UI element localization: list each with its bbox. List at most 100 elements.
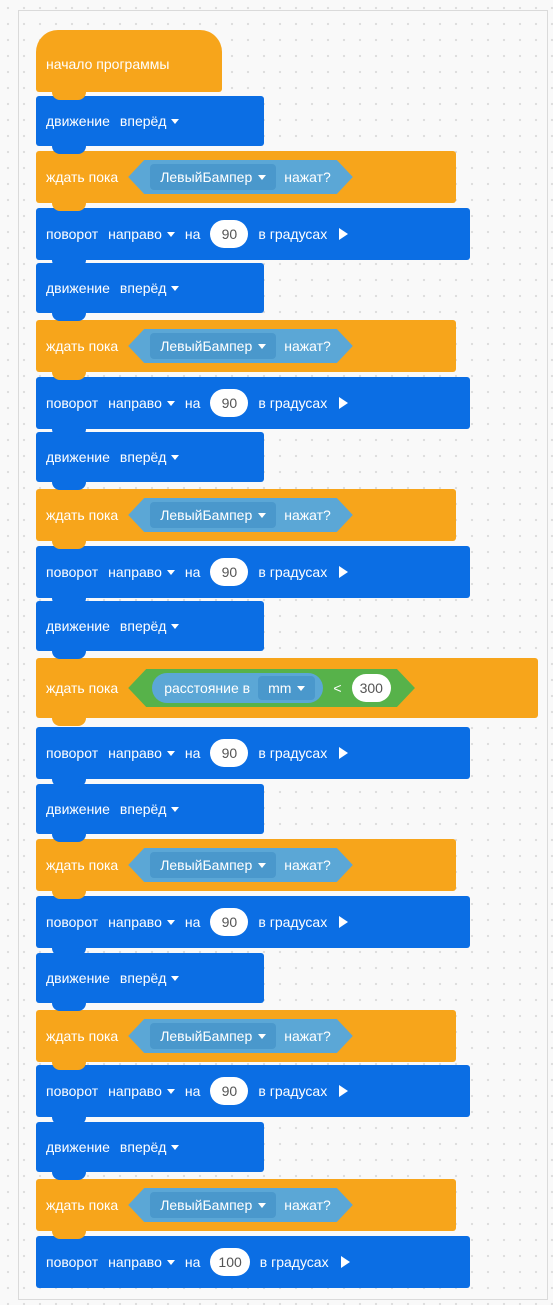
bumper-condition[interactable]: ЛевыйБампер нажат? <box>128 329 353 363</box>
direction-dropdown[interactable]: вперёд <box>120 280 180 296</box>
distance-value-input[interactable]: 300 <box>352 674 391 702</box>
caret-down-icon[interactable] <box>258 1203 266 1208</box>
angle-input[interactable]: 90 <box>210 389 249 417</box>
caret-down-icon[interactable] <box>258 175 266 180</box>
sensor-dropdown[interactable]: ЛевыйБампер <box>150 164 276 190</box>
move-verb-label: движение <box>46 280 110 296</box>
turn-direction-dropdown[interactable]: направо <box>108 395 175 411</box>
wait-block[interactable]: ждать пока ЛевыйБампер нажат? <box>36 839 456 899</box>
wait-block[interactable]: ждать пока ЛевыйБампер нажат? <box>36 1010 456 1070</box>
wait-block[interactable]: ждать пока ЛевыйБампер нажат? <box>36 320 456 380</box>
compare-operator[interactable]: расстояние в mm <300 <box>128 669 415 707</box>
turn-direction-dropdown[interactable]: направо <box>108 226 175 242</box>
sensor-dropdown[interactable]: ЛевыйБампер <box>150 502 276 528</box>
turn-direction-dropdown-label: направо <box>108 914 162 930</box>
wait-verb-label: ждать пока <box>46 1197 119 1213</box>
wait-block[interactable]: ждать пока ЛевыйБампер нажат? <box>36 1179 456 1239</box>
turn-block[interactable]: поворот направо на 90 в градусах <box>36 1065 470 1125</box>
caret-down-icon[interactable] <box>171 454 180 460</box>
direction-dropdown-label: вперёд <box>119 970 167 986</box>
unit-dropdown[interactable]: mm <box>258 676 315 700</box>
caret-down-icon[interactable] <box>297 686 305 691</box>
direction-dropdown[interactable]: вперёд <box>120 449 180 465</box>
caret-down-icon[interactable] <box>166 569 175 575</box>
caret-down-icon[interactable] <box>171 1144 180 1150</box>
turn-prep-label: на <box>184 1083 201 1099</box>
sensor-dropdown-label: ЛевыйБампер <box>160 507 253 523</box>
sensor-dropdown[interactable]: ЛевыйБампер <box>150 333 276 359</box>
direction-dropdown-label: вперёд <box>119 449 167 465</box>
angle-input[interactable]: 90 <box>210 558 249 586</box>
angle-input[interactable]: 90 <box>210 908 249 936</box>
caret-down-icon[interactable] <box>171 623 180 629</box>
move-block[interactable]: движение вперёд <box>36 784 264 842</box>
turn-block[interactable]: поворот направо на 90 в градусах <box>36 546 470 606</box>
caret-down-icon[interactable] <box>166 1259 175 1265</box>
direction-dropdown[interactable]: вперёд <box>120 801 180 817</box>
caret-down-icon[interactable] <box>258 863 266 868</box>
caret-down-icon[interactable] <box>166 750 175 756</box>
program-start-hat-block[interactable]: начало программы <box>36 30 222 100</box>
turn-direction-dropdown[interactable]: направо <box>108 745 175 761</box>
move-block[interactable]: движение вперёд <box>36 1122 264 1180</box>
direction-dropdown[interactable]: вперёд <box>120 1139 180 1155</box>
play-icon[interactable] <box>339 1085 349 1097</box>
bumper-condition[interactable]: ЛевыйБампер нажат? <box>128 160 353 194</box>
waitdist-block[interactable]: ждать пока расстояние в mm <300 <box>36 658 538 726</box>
bumper-condition[interactable]: ЛевыйБампер нажат? <box>128 1188 353 1222</box>
caret-down-icon[interactable] <box>166 400 175 406</box>
turn-direction-dropdown[interactable]: направо <box>108 1254 175 1270</box>
play-icon[interactable] <box>340 1256 350 1268</box>
bumper-condition[interactable]: ЛевыйБампер нажат? <box>128 848 353 882</box>
play-icon[interactable] <box>339 747 349 759</box>
angle-input[interactable]: 90 <box>210 220 249 248</box>
turn-direction-dropdown[interactable]: направо <box>108 914 175 930</box>
sensor-dropdown[interactable]: ЛевыйБампер <box>150 852 276 878</box>
move-block[interactable]: движение вперёд <box>36 601 264 659</box>
turn-direction-dropdown[interactable]: направо <box>108 564 175 580</box>
distance-reporter[interactable]: расстояние в mm <box>152 673 323 703</box>
direction-dropdown[interactable]: вперёд <box>120 113 180 129</box>
wait-block[interactable]: ждать пока ЛевыйБампер нажат? <box>36 489 456 549</box>
angle-unit-label: в градусах <box>258 395 328 411</box>
play-icon[interactable] <box>339 566 349 578</box>
caret-down-icon[interactable] <box>258 513 266 518</box>
turn-block[interactable]: поворот направо на 90 в градусах <box>36 727 470 787</box>
sensor-dropdown[interactable]: ЛевыйБампер <box>150 1023 276 1049</box>
turn-direction-dropdown[interactable]: направо <box>108 1083 175 1099</box>
caret-down-icon[interactable] <box>166 231 175 237</box>
turn-block[interactable]: поворот направо на 90 в градусах <box>36 377 470 437</box>
turn-block[interactable]: поворот направо на 100 в градусах <box>36 1236 470 1288</box>
caret-down-icon[interactable] <box>258 1034 266 1039</box>
sensor-dropdown-label: ЛевыйБампер <box>160 169 253 185</box>
angle-input[interactable]: 90 <box>210 1077 249 1105</box>
angle-input[interactable]: 100 <box>210 1248 250 1276</box>
play-icon[interactable] <box>339 397 349 409</box>
bumper-condition[interactable]: ЛевыйБампер нажат? <box>128 1019 353 1053</box>
caret-down-icon[interactable] <box>171 806 180 812</box>
play-icon[interactable] <box>339 916 349 928</box>
caret-down-icon[interactable] <box>166 1088 175 1094</box>
play-icon[interactable] <box>339 228 349 240</box>
move-block[interactable]: движение вперёд <box>36 263 264 321</box>
wait-verb-label: ждать пока <box>46 338 119 354</box>
move-block[interactable]: движение вперёд <box>36 953 264 1011</box>
caret-down-icon[interactable] <box>166 919 175 925</box>
caret-down-icon[interactable] <box>171 118 180 124</box>
turn-block[interactable]: поворот направо на 90 в градусах <box>36 208 470 268</box>
caret-down-icon[interactable] <box>171 285 180 291</box>
bumper-condition[interactable]: ЛевыйБампер нажат? <box>128 498 353 532</box>
wait-block[interactable]: ждать пока ЛевыйБампер нажат? <box>36 151 456 211</box>
sensor-dropdown[interactable]: ЛевыйБампер <box>150 1192 276 1218</box>
direction-dropdown[interactable]: вперёд <box>120 970 180 986</box>
sensor-dropdown-label: ЛевыйБампер <box>160 338 253 354</box>
caret-down-icon[interactable] <box>258 344 266 349</box>
turn-block[interactable]: поворот направо на 90 в градусах <box>36 896 470 956</box>
less-than-operator: < <box>333 680 342 696</box>
move-block[interactable]: движение вперёд <box>36 432 264 490</box>
angle-input[interactable]: 90 <box>210 739 249 767</box>
direction-dropdown[interactable]: вперёд <box>120 618 180 634</box>
pressed-state-label: нажат? <box>284 338 331 354</box>
caret-down-icon[interactable] <box>171 975 180 981</box>
move-block[interactable]: движение вперёд <box>36 96 264 154</box>
